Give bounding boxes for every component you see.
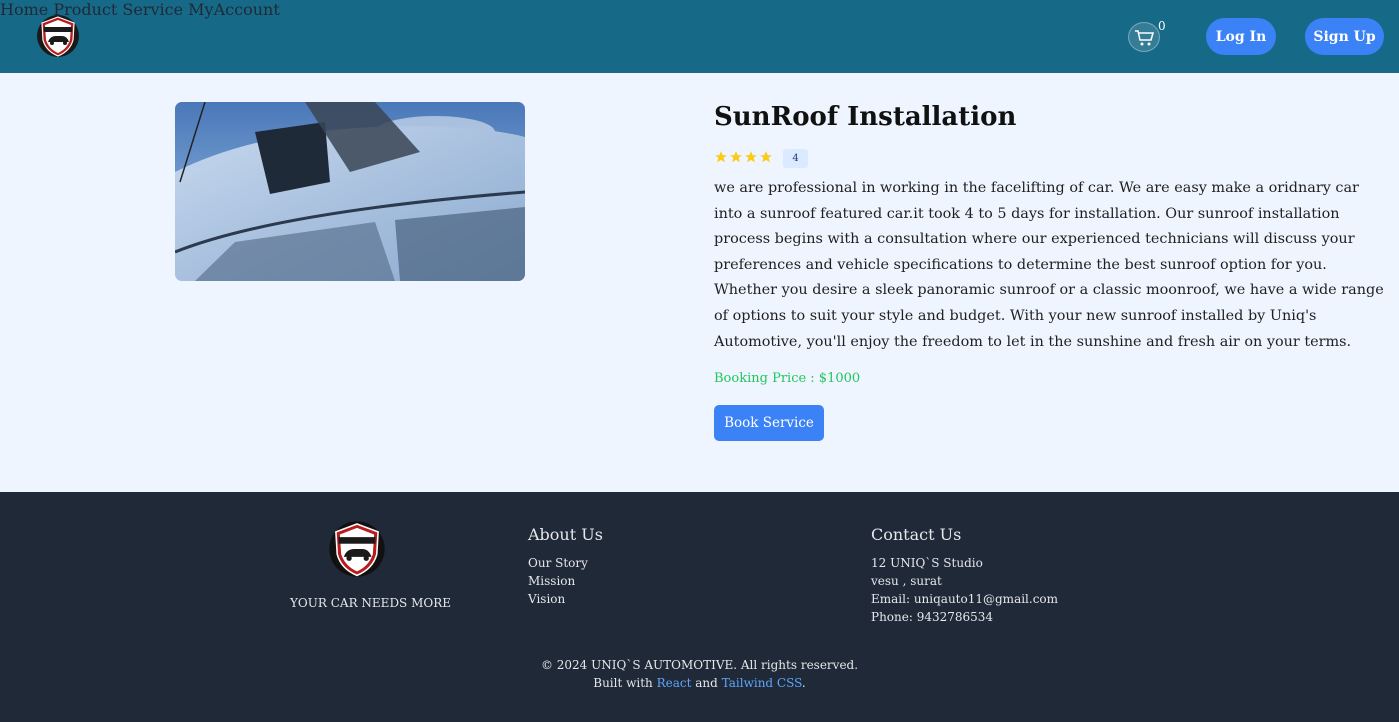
contact-phone: Phone: 9432786534 (871, 610, 994, 624)
service-image (175, 102, 525, 281)
cart-icon (1135, 30, 1154, 46)
service-description: we are professional in working in the fa… (714, 180, 1384, 350)
star-icon (760, 151, 772, 163)
nav-myaccount[interactable]: MyAccount (188, 0, 280, 19)
built-prefix: Built with (593, 676, 653, 690)
copyright-text: © 2024 UNIQ`S AUTOMOTIVE. All rights res… (540, 658, 859, 672)
contact-heading: Contact Us (871, 525, 962, 544)
login-button[interactable]: Log In (1206, 18, 1276, 55)
service-title: SunRoof Installation (714, 102, 1017, 132)
tailwind-link[interactable]: Tailwind CSS (722, 676, 802, 690)
signup-button[interactable]: Sign Up (1305, 18, 1384, 55)
star-icon (730, 151, 742, 163)
footer-link-our-story[interactable]: Our Story (528, 556, 588, 570)
contact-email: Email: uniqauto11@gmail.com (871, 592, 1059, 606)
star-icon (715, 151, 727, 163)
contact-address-line1: 12 UNIQ`S Studio (871, 556, 983, 570)
top-navbar: Home Product Service MyAccount 0 Log In … (0, 0, 1399, 73)
brand-logo[interactable] (36, 14, 80, 58)
built-suffix: . (801, 676, 806, 690)
rating-badge: 4 (783, 149, 808, 168)
built-with-line: Built with React and Tailwind CSS. (0, 676, 1399, 690)
footer-link-vision[interactable]: Vision (528, 592, 565, 606)
contact-address-line2: vesu , surat (871, 574, 942, 588)
book-service-button[interactable]: Book Service (714, 405, 824, 441)
about-heading: About Us (528, 525, 603, 544)
footer-tagline: YOUR CAR NEEDS MORE (290, 596, 452, 610)
star-icon (745, 151, 757, 163)
footer-logo (329, 521, 385, 577)
cart-count-badge: 0 (1158, 19, 1166, 33)
cart-button[interactable] (1128, 22, 1160, 52)
star-rating (714, 150, 773, 164)
booking-price: Booking Price : $1000 (714, 371, 861, 386)
built-and: and (695, 676, 718, 690)
footer-link-mission[interactable]: Mission (528, 574, 575, 588)
nav-service[interactable]: Service (122, 0, 183, 19)
react-link[interactable]: React (657, 676, 692, 690)
